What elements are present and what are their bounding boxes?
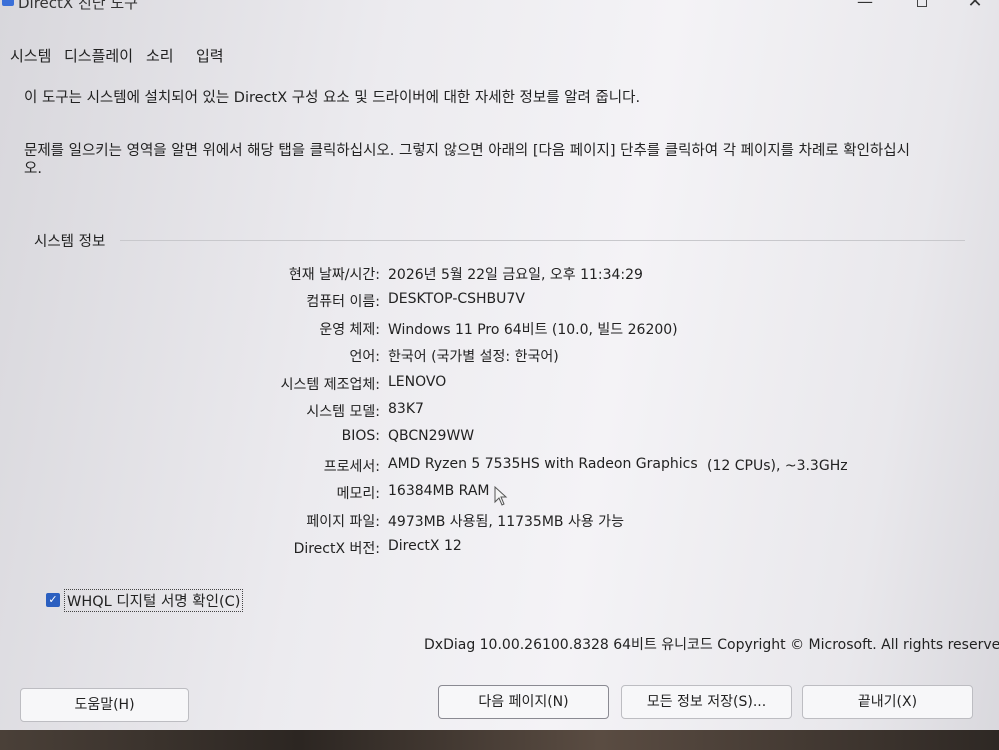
intro-text: 이 도구는 시스템에 설치되어 있는 DirectX 구성 요소 및 드라이버에…: [24, 90, 641, 106]
next-page-button[interactable]: 다음 페이지(N): [438, 685, 609, 719]
maximize-button[interactable]: [899, 0, 945, 14]
system-info-label: 컴퓨터 이름:: [306, 294, 380, 310]
save-all-info-button[interactable]: 모든 정보 저장(S)...: [621, 685, 792, 719]
tab-display[interactable]: 디스플레이: [58, 42, 139, 70]
tab-sound[interactable]: 소리: [140, 42, 180, 70]
group-divider: [120, 240, 965, 241]
system-info-label: DirectX 버전:: [293, 541, 380, 557]
maximize-icon: [917, 0, 927, 7]
system-info-group-label: 시스템 정보: [34, 234, 106, 250]
mouse-pointer-icon: [494, 486, 508, 506]
system-info-label: 메모리:: [336, 486, 380, 502]
tab-input[interactable]: 입력: [190, 42, 230, 70]
title-bar: DirectX 진단 도구 — ✕: [0, 0, 999, 16]
help-button[interactable]: 도움말(H): [20, 688, 189, 722]
minimize-button[interactable]: —: [842, 0, 888, 14]
system-info-value: DirectX 12: [388, 538, 462, 554]
exit-button[interactable]: 끝내기(X): [802, 685, 973, 719]
system-info-value: 16384MB RAM: [388, 483, 490, 499]
directx-app-icon: [2, 0, 14, 6]
whql-label[interactable]: WHQL 디지털 서명 확인(C): [64, 588, 244, 612]
window-title: DirectX 진단 도구: [18, 0, 138, 12]
whql-checkbox-row[interactable]: ✓ WHQL 디지털 서명 확인(C): [46, 588, 244, 612]
desk-background: [0, 730, 999, 750]
close-button[interactable]: ✕: [952, 0, 998, 14]
system-info-label: 프로세서:: [323, 459, 380, 475]
system-info-label: 운영 체제:: [319, 322, 380, 338]
system-info-label: 언어:: [349, 349, 380, 365]
system-info-value: DESKTOP-CSHBU7V: [388, 291, 525, 307]
whql-checkbox[interactable]: ✓: [46, 593, 60, 607]
system-info-label: 시스템 모델:: [306, 404, 380, 420]
processor-cpu-count: (12 CPUs), ~3.3GHz: [707, 458, 848, 474]
system-info-label: BIOS:: [341, 428, 380, 444]
system-info-value: 한국어 (국가별 설정: 한국어): [388, 349, 559, 365]
instructions-text: 문제를 일으키는 영역을 알면 위에서 해당 탭을 클릭하십시오. 그렇지 않으…: [24, 143, 910, 178]
system-info-label: 페이지 파일:: [306, 514, 380, 530]
dxdiag-window: DirectX 진단 도구 — ✕ 시스템 디스플레이 소리 입력 이 도구는 …: [0, 0, 999, 750]
system-info-value: LENOVO: [388, 374, 447, 390]
tab-strip: 시스템 디스플레이 소리 입력: [0, 38, 999, 68]
tab-system[interactable]: 시스템: [4, 42, 57, 70]
system-info-value: AMD Ryzen 5 7535HS with Radeon Graphics: [388, 456, 698, 472]
version-copyright: DxDiag 10.00.26100.8328 64비트 유니코드 Copyri…: [424, 637, 999, 653]
system-info-value: QBCN29WW: [388, 428, 475, 444]
system-info-label: 시스템 제조업체:: [280, 377, 380, 393]
system-info-label: 현재 날짜/시간:: [288, 267, 380, 283]
system-info-value: 4973MB 사용됨, 11735MB 사용 가능: [388, 514, 624, 530]
system-info-value: Windows 11 Pro 64비트 (10.0, 빌드 26200): [388, 322, 678, 338]
system-info-value: 83K7: [388, 401, 424, 417]
system-info-value: 2026년 5월 22일 금요일, 오후 11:34:29: [388, 267, 643, 283]
